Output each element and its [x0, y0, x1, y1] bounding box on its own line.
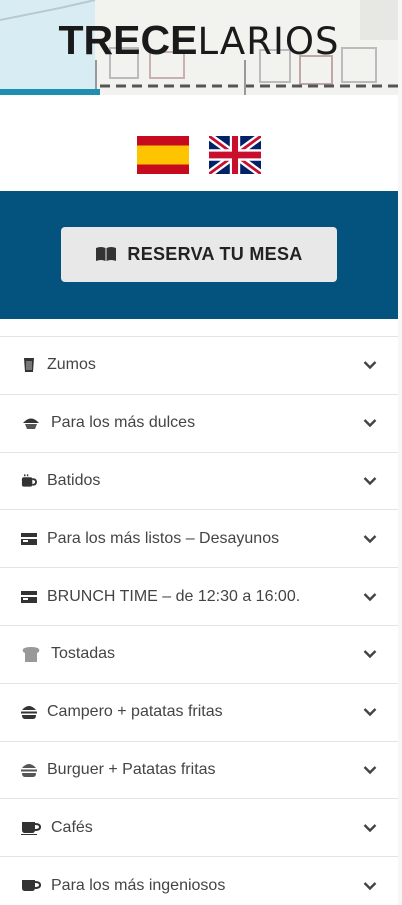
- glass-icon: [21, 357, 37, 373]
- menu-item-campero[interactable]: Campero + patatas fritas: [0, 684, 398, 742]
- header-banner: TRECELARIOS: [0, 0, 398, 95]
- tray-icon: [21, 589, 37, 605]
- chevron-down-icon: [362, 531, 378, 547]
- menu-item-tostadas[interactable]: Tostadas: [0, 626, 398, 684]
- logo-light-part: LARIOS: [197, 20, 340, 63]
- tray-icon: [21, 531, 37, 547]
- burger-icon: [21, 762, 37, 778]
- chevron-down-icon: [362, 704, 378, 720]
- site-logo[interactable]: TRECELARIOS: [0, 16, 398, 66]
- reserve-table-label: RESERVA TU MESA: [127, 243, 303, 264]
- cupcake-icon: [21, 415, 41, 431]
- menu-item-zumos[interactable]: Zumos: [0, 337, 398, 395]
- coffee-icon: [21, 878, 41, 894]
- menu-item-cafes[interactable]: Cafés: [0, 799, 398, 858]
- menu-item-burguer[interactable]: Burguer + Patatas fritas: [0, 742, 398, 800]
- mug-icon: [21, 473, 37, 489]
- coffee-icon: [21, 820, 41, 836]
- menu-item-brunch-time[interactable]: BRUNCH TIME – de 12:30 a 16:00.: [0, 568, 398, 626]
- chevron-down-icon: [362, 415, 378, 431]
- menu-item-label: Para los más dulces: [51, 414, 196, 432]
- reservation-section: RESERVA TU MESA: [0, 191, 398, 319]
- chevron-down-icon: [362, 646, 378, 662]
- menu-item-label: BRUNCH TIME – de 12:30 a 16:00.: [47, 587, 301, 605]
- menu-item-para-los-mas-dulces[interactable]: Para los más dulces: [0, 395, 398, 453]
- language-switcher: [0, 95, 398, 191]
- menu-accordion: Zumos Para los más dulces Batidos Para l…: [0, 336, 398, 905]
- menu-item-para-los-mas-ingeniosos[interactable]: Para los más ingeniosos: [0, 857, 398, 905]
- logo-bold-part: TRECE: [58, 17, 198, 63]
- menu-item-label: Campero + patatas fritas: [47, 703, 223, 721]
- reserve-table-button[interactable]: RESERVA TU MESA: [61, 226, 337, 282]
- menu-item-label: Zumos: [47, 356, 96, 374]
- chevron-down-icon: [362, 357, 378, 373]
- menu-item-label: Para los más listos – Desayunos: [47, 529, 280, 547]
- book-icon: [96, 247, 117, 261]
- menu-item-label: Para los más ingeniosos: [51, 876, 226, 894]
- menu-item-label: Burguer + Patatas fritas: [47, 760, 216, 778]
- chevron-down-icon: [362, 820, 378, 836]
- menu-item-batidos[interactable]: Batidos: [0, 453, 398, 511]
- page-edge: [398, 0, 402, 905]
- burger-icon: [21, 704, 37, 720]
- page: TRECELARIOS RESERVA TU MESA Zumos Para l…: [0, 0, 402, 905]
- uk-flag-icon[interactable]: [209, 136, 261, 174]
- header-accent-strip: [0, 89, 100, 95]
- spanish-flag-icon[interactable]: [137, 136, 189, 174]
- menu-item-label: Batidos: [47, 471, 101, 489]
- menu-item-label: Cafés: [51, 818, 93, 836]
- menu-item-desayunos[interactable]: Para los más listos – Desayunos: [0, 510, 398, 569]
- menu-item-label: Tostadas: [51, 645, 116, 663]
- chevron-down-icon: [362, 762, 378, 778]
- chevron-down-icon: [362, 589, 378, 605]
- toast-icon: [21, 646, 41, 662]
- chevron-down-icon: [362, 878, 378, 894]
- chevron-down-icon: [362, 473, 378, 489]
